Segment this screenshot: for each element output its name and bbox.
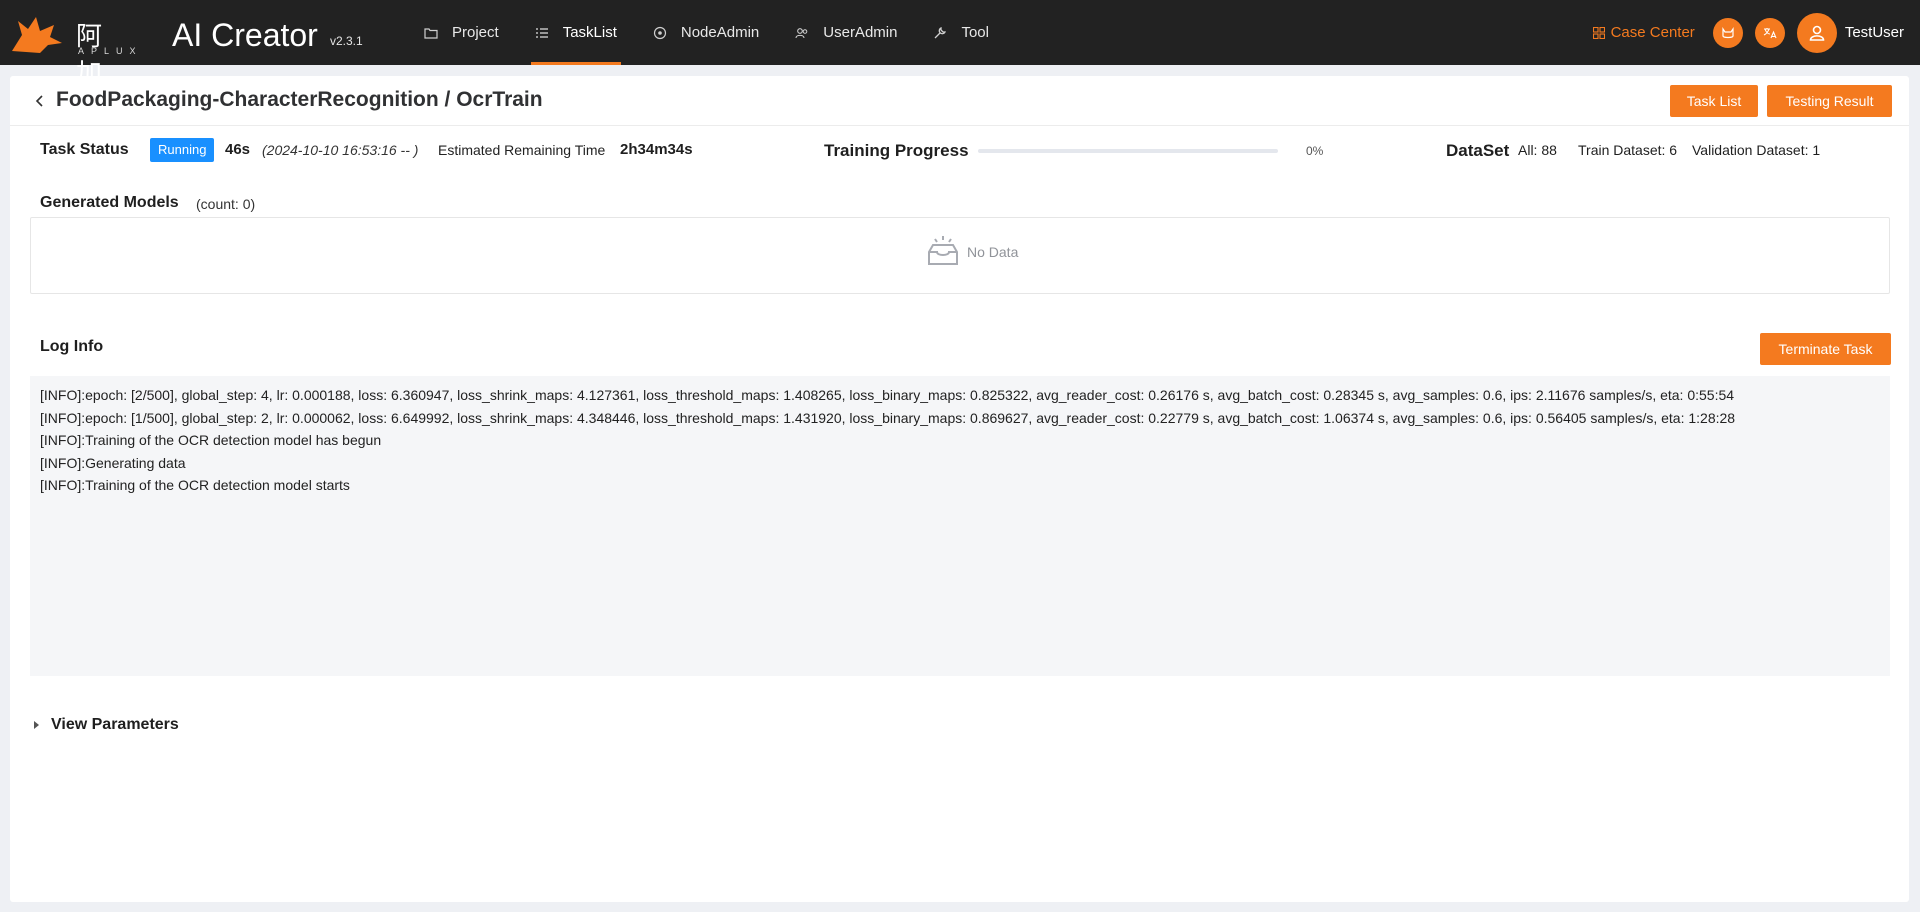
nav-label: Tool: [961, 24, 989, 41]
page-header: FoodPackaging-CharacterRecognition / Ocr…: [10, 76, 1909, 126]
empty-inbox-icon: [928, 236, 958, 265]
brand-name: AI Creator: [172, 17, 318, 53]
user-icon: [1809, 25, 1825, 41]
progress-bar: [978, 149, 1278, 153]
empty-text: No Data: [967, 244, 1019, 260]
log-line: [INFO]:epoch: [1/500], global_step: 2, l…: [40, 409, 1736, 426]
log-line: [INFO]:epoch: [2/500], global_step: 4, l…: [40, 387, 1735, 403]
version-label: v2.3.1: [330, 34, 363, 48]
generated-models-table: No Data: [30, 217, 1890, 294]
page-title: FoodPackaging-CharacterRecognition / Ocr…: [56, 88, 543, 111]
nav-label: NodeAdmin: [680, 24, 760, 41]
training-progress-label: Training Progress: [824, 141, 969, 160]
users-icon: [795, 26, 809, 40]
nav-item-nodeadmin[interactable]: NodeAdmin: [641, 0, 771, 65]
nav-label: UserAdmin: [823, 24, 898, 41]
view-parameters-toggle[interactable]: View Parameters: [34, 716, 179, 734]
nav-label: Project: [452, 24, 499, 41]
estimated-time-label: Estimated Remaining Time: [438, 142, 606, 158]
dataset-train-count: Train Dataset: 6: [1578, 142, 1678, 158]
tasklist-icon: [535, 26, 549, 40]
cat-icon: [1722, 26, 1734, 38]
nav-item-tasklist[interactable]: TaskList: [523, 0, 629, 65]
nav-item-tool[interactable]: Tool: [921, 0, 1001, 65]
theme-toggle-button[interactable]: [1712, 17, 1743, 48]
log-line: [INFO]:Generating data: [40, 454, 186, 471]
log-output[interactable]: [INFO]:epoch: [2/500], global_step: 4, l…: [30, 376, 1890, 676]
brand-subtitle: APLUX: [78, 46, 143, 56]
brand[interactable]: 阿加犀 APLUX AI Creator v2.3.1: [10, 12, 363, 125]
generated-models-title: Generated Models: [40, 194, 179, 211]
nav-label: TaskList: [562, 24, 617, 41]
estimated-time-value: 2h34m34s: [620, 141, 693, 158]
start-time: (2024-10-10 16:53:16 -- ): [262, 142, 419, 158]
top-navigation-bar: 阿加犀 APLUX AI Creator v2.3.1 Project Task…: [0, 0, 1920, 125]
case-center-label: Case Center: [1610, 24, 1695, 41]
elapsed-time: 46s: [225, 141, 251, 158]
task-detail-card: FoodPackaging-CharacterRecognition / Ocr…: [10, 76, 1909, 902]
log-line: [INFO]:Training of the OCR detection mod…: [40, 477, 350, 494]
back-arrow-icon[interactable]: [30, 91, 50, 111]
main-nav: Project TaskList NodeAdmin UserAdmin Too…: [412, 0, 1013, 65]
wrench-icon: [933, 26, 947, 40]
translate-icon: [1763, 27, 1777, 38]
nav-item-useradmin[interactable]: UserAdmin: [783, 0, 909, 65]
progress-percent: 0%: [1306, 144, 1324, 158]
status-badge: Running: [150, 138, 215, 162]
avatar[interactable]: [1796, 12, 1837, 53]
dataset-validation-count: Validation Dataset: 1: [1692, 142, 1821, 158]
language-switch-button[interactable]: [1754, 17, 1785, 48]
user-area: Case Center TestUser: [1592, 0, 1904, 65]
fox-logo-icon: [12, 17, 62, 53]
caret-right-icon: [34, 721, 39, 729]
empty-state: No Data: [923, 232, 1018, 272]
terminate-task-button[interactable]: Terminate Task: [1760, 333, 1891, 365]
grid-icon: [1592, 26, 1605, 39]
log-info-title: Log Info: [40, 338, 104, 355]
testing-result-button[interactable]: Testing Result: [1767, 85, 1892, 117]
view-parameters-label: View Parameters: [51, 716, 179, 733]
generated-models-count: (count: 0): [196, 196, 256, 212]
task-status-label: Task Status: [40, 141, 129, 158]
case-center-link[interactable]: Case Center: [1592, 24, 1695, 41]
nav-item-project[interactable]: Project: [412, 0, 511, 65]
node-icon: [653, 26, 667, 40]
folder-icon: [424, 26, 438, 40]
status-row: Task Status Running 46s (2024-10-10 16:5…: [30, 136, 1890, 164]
dataset-label: DataSet: [1446, 141, 1510, 160]
task-list-button[interactable]: Task List: [1670, 85, 1758, 117]
username[interactable]: TestUser: [1845, 24, 1904, 41]
dataset-all-count: All: 88: [1518, 142, 1557, 158]
log-line: [INFO]:Training of the OCR detection mod…: [40, 432, 382, 449]
